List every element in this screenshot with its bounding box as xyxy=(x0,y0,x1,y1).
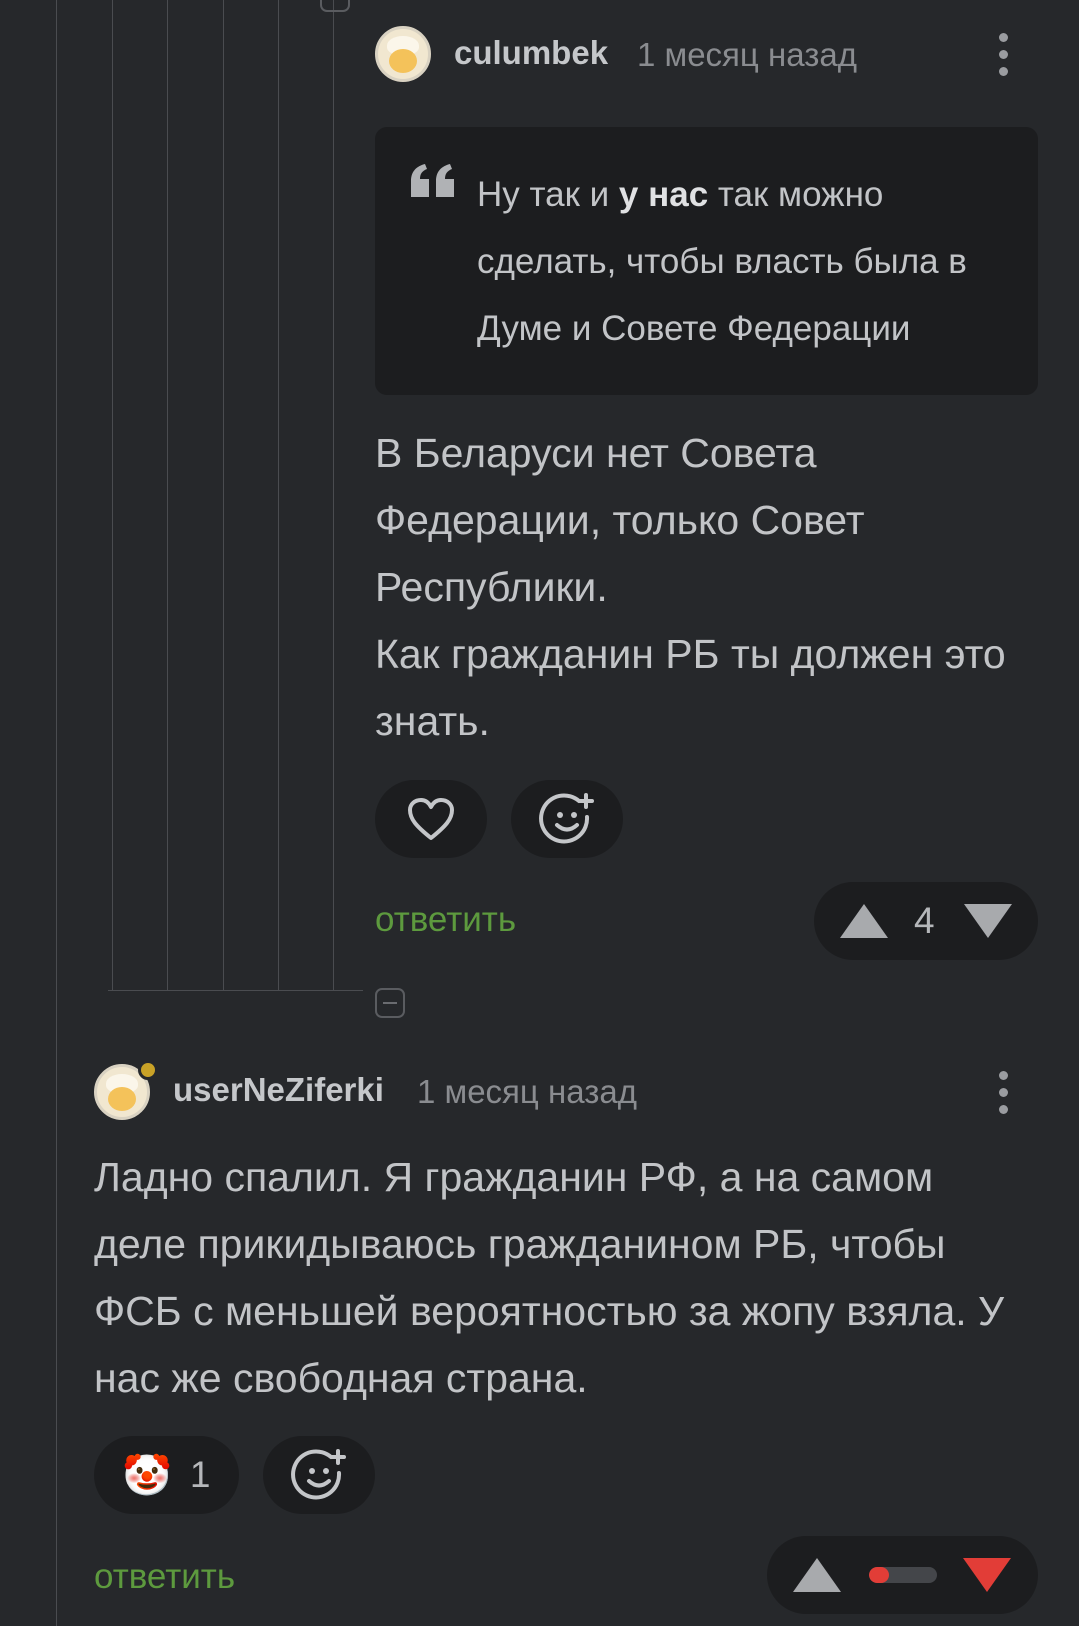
more-icon[interactable] xyxy=(999,1071,1009,1122)
comment-author[interactable]: userNeZiferki xyxy=(173,1071,384,1109)
comment-timestamp[interactable]: 1 месяц назад xyxy=(637,36,857,74)
comment-text: В Беларуси нет Совета Федерации, только … xyxy=(375,430,1006,744)
avatar[interactable] xyxy=(375,26,431,82)
rating-count: 4 xyxy=(914,900,935,941)
downvote-icon[interactable] xyxy=(963,1558,1011,1592)
vote-widget: 4 xyxy=(814,882,1038,960)
add-reaction-icon xyxy=(291,1449,346,1500)
collapse-icon[interactable] xyxy=(375,988,405,1018)
upvote-icon[interactable] xyxy=(840,904,888,938)
comment-author[interactable]: culumbek xyxy=(454,34,608,72)
reaction-count: 1 xyxy=(189,1454,211,1495)
add-reaction-button[interactable] xyxy=(263,1436,375,1514)
upvote-icon[interactable] xyxy=(793,1558,841,1592)
more-icon[interactable] xyxy=(999,33,1009,84)
like-button[interactable] xyxy=(375,780,487,858)
add-reaction-button[interactable] xyxy=(511,780,623,858)
quote-block: Ну так и у нас так можно сделать, чтобы … xyxy=(375,127,1038,395)
downvote-icon[interactable] xyxy=(964,904,1012,938)
quote-icon xyxy=(411,164,454,197)
rating-ratio-bar xyxy=(869,1567,937,1583)
collapse-icon[interactable] xyxy=(320,0,350,12)
reply-button[interactable]: ответить xyxy=(94,1557,235,1597)
online-indicator xyxy=(138,1060,158,1080)
comment-text: Ладно спалил. Я гражданин РФ, а на самом… xyxy=(94,1154,1005,1401)
comment-timestamp[interactable]: 1 месяц назад xyxy=(417,1073,637,1111)
vote-widget xyxy=(767,1536,1038,1614)
clown-emoji: 🤡 xyxy=(122,1452,172,1499)
quote-text: Ну так и у нас так можно сделать, чтобы … xyxy=(477,175,967,348)
reply-button[interactable]: ответить xyxy=(375,900,516,940)
add-reaction-icon xyxy=(539,793,594,844)
heart-icon xyxy=(408,798,454,840)
reaction-button[interactable]: 🤡 1 xyxy=(94,1436,239,1514)
